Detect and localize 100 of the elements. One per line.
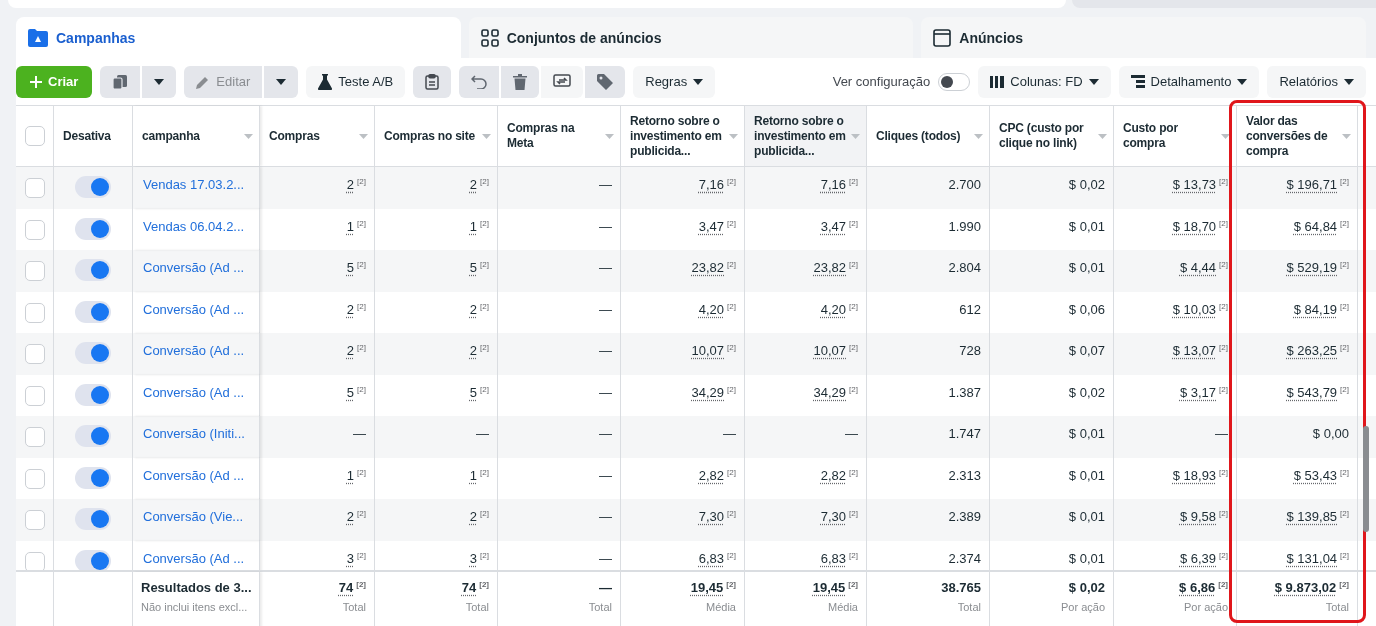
clipboard-button[interactable]: [413, 65, 452, 98]
column-header[interactable]: Cliques (todos): [867, 106, 990, 166]
tab[interactable]: Anúncios: [921, 17, 1366, 58]
caret-icon: [1088, 78, 1099, 85]
column-header[interactable]: Compras no site: [375, 106, 498, 166]
campaign-link[interactable]: Conversão (Ad ...: [143, 384, 245, 400]
total-value: 19,45 $^{[2]}$: [689, 580, 736, 596]
campaign-link[interactable]: Vendas 06.04.2...: [143, 218, 245, 234]
total-value: 38.765: [940, 580, 981, 595]
total-value: 74 $^{[2]}$: [460, 580, 489, 596]
dropdown-button[interactable]: [142, 65, 177, 98]
status-toggle[interactable]: [75, 425, 111, 447]
flask-icon: [318, 73, 333, 90]
dropdown-button[interactable]: [264, 65, 299, 98]
swap-button[interactable]: [541, 65, 584, 98]
summary-note: Não inclui itens excl...: [141, 601, 248, 613]
column-header[interactable]: Compras: [260, 106, 375, 166]
table-cell: —: [498, 540, 621, 570]
status-toggle[interactable]: [75, 300, 111, 323]
table-cell: 2.700: [867, 167, 990, 209]
clipboard-icon: [425, 73, 440, 90]
table-cell: $ 0,07: [990, 333, 1114, 375]
rules-dropdown[interactable]: Regras: [633, 65, 716, 98]
undo-button[interactable]: [459, 65, 500, 98]
table-cell: 7,16 $^{[2]}$: [621, 167, 745, 209]
undo-icon: [471, 74, 488, 89]
status-toggle[interactable]: [75, 176, 111, 198]
table-cell: $ 139,85 $^{[2]}$: [1237, 499, 1358, 541]
table-cell: $ 4,44 $^{[2]}$: [1114, 250, 1237, 292]
table-cell: $ 0,00: [1237, 416, 1358, 458]
caret-icon: [1344, 78, 1354, 85]
table-cell: 2.389: [867, 499, 990, 541]
column-header[interactable]: Compras na Meta: [498, 106, 621, 166]
row-checkbox[interactable]: [24, 385, 45, 406]
campaign-link[interactable]: Conversão (Ad ...: [143, 467, 245, 483]
row-checkbox[interactable]: [24, 178, 45, 198]
table-cell: 10,07 $^{[2]}$: [745, 333, 867, 375]
total-label: Total: [587, 601, 612, 613]
view-settings-switch[interactable]: [938, 72, 971, 91]
row-checkbox[interactable]: [24, 427, 45, 447]
total-label: Por ação: [1182, 601, 1228, 614]
duplicate-button[interactable]: [100, 65, 141, 98]
campaign-link[interactable]: Conversão (Ad ...: [143, 550, 245, 566]
table-cell: $ 13,07 $^{[2]}$: [1114, 333, 1237, 375]
copy-icon: [112, 73, 129, 90]
row-checkbox[interactable]: [24, 551, 45, 570]
campaign-link[interactable]: Conversão (Vie...: [143, 509, 244, 524]
column-header[interactable]: Custo por compra: [1114, 106, 1237, 166]
row-checkbox[interactable]: [24, 302, 45, 323]
status-toggle[interactable]: [75, 217, 111, 240]
column-header[interactable]: Valor das conversões de compra: [1237, 106, 1358, 166]
table-cell: $ 196,71 $^{[2]}$: [1237, 167, 1358, 209]
status-toggle[interactable]: [75, 549, 111, 570]
table-cell: —: [498, 250, 621, 292]
total-label: Total: [1324, 601, 1349, 614]
total-label: Total: [464, 601, 489, 614]
grid-icon: [480, 28, 499, 47]
sort-icon[interactable]: [1221, 133, 1230, 139]
status-toggle[interactable]: [75, 383, 111, 406]
table-cell: $ 0,01: [990, 499, 1114, 541]
status-toggle[interactable]: [75, 342, 111, 364]
campaign-link[interactable]: Conversão (Ad ...: [143, 260, 245, 275]
row-checkbox[interactable]: [24, 510, 45, 530]
tab[interactable]: Conjuntos de anúncios: [468, 17, 914, 58]
table-cell: $ 0,01: [990, 540, 1114, 570]
select-all-checkbox[interactable]: [24, 126, 45, 146]
column-header[interactable]: campanha: [133, 106, 260, 166]
status-toggle[interactable]: [75, 466, 111, 489]
table-cell: 3 $^{[2]}$: [260, 540, 375, 570]
campaign-link[interactable]: Conversão (Ad ...: [143, 301, 245, 317]
ab-test-button[interactable]: Teste A/B: [306, 65, 406, 98]
row-checkbox[interactable]: [24, 344, 45, 364]
table-cell: 7,16 $^{[2]}$: [745, 167, 867, 209]
breakdown-dropdown[interactable]: Detalhamento: [1118, 65, 1260, 98]
column-header[interactable]: Desativa: [63, 128, 111, 144]
column-header[interactable]: CPC (custo por clique no link): [990, 106, 1114, 166]
status-toggle[interactable]: [75, 508, 111, 530]
row-checkbox[interactable]: [24, 219, 45, 240]
scrollbar-thumb[interactable]: [1363, 426, 1369, 532]
caret-icon: [276, 78, 287, 85]
tag-button[interactable]: [585, 65, 626, 98]
total-value: $ 6,86 $^{[2]}$: [1178, 580, 1228, 596]
campaign-link[interactable]: Conversão (Initi...: [143, 426, 245, 441]
table-cell: $ 529,19 $^{[2]}$: [1237, 250, 1358, 292]
reports-dropdown[interactable]: Relatórios: [1267, 65, 1366, 98]
table-cell: —: [1114, 416, 1237, 458]
table-cell: $ 6,39 $^{[2]}$: [1114, 540, 1237, 570]
campaign-link[interactable]: Vendas 17.03.2...: [143, 177, 245, 192]
campaign-link[interactable]: Conversão (Ad ...: [143, 343, 245, 358]
table-cell: 1.747: [867, 416, 990, 458]
columns-dropdown[interactable]: Colunas: FD: [978, 65, 1111, 98]
tab[interactable]: Campanhas: [16, 17, 461, 58]
table-cell: $ 13,73 $^{[2]}$: [1114, 167, 1237, 209]
status-toggle[interactable]: [75, 259, 111, 281]
column-header[interactable]: Retorno sobre o investimento em publicida...: [745, 106, 867, 166]
row-checkbox[interactable]: [24, 468, 45, 489]
row-checkbox[interactable]: [24, 261, 45, 281]
table-cell: 2 $^{[2]}$: [260, 499, 375, 541]
delete-button[interactable]: [501, 65, 540, 98]
table-cell: 2 $^{[2]}$: [260, 167, 375, 209]
